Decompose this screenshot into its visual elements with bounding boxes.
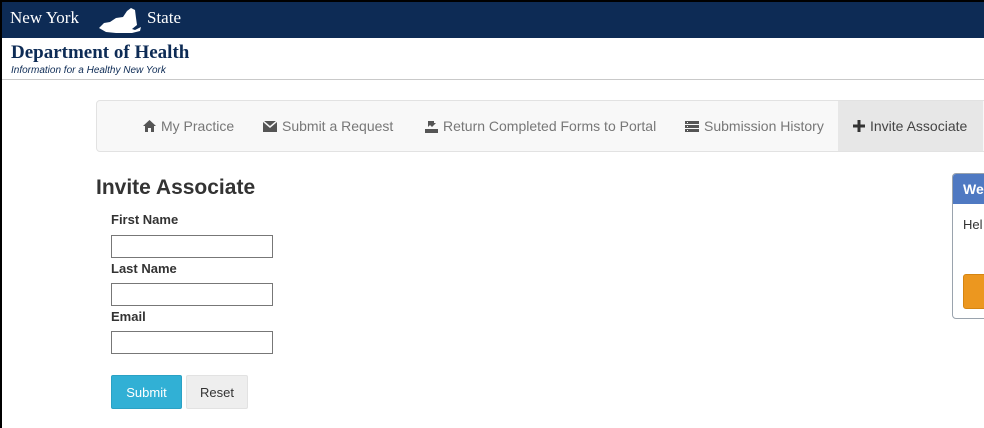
welcome-panel-text: Hel — [963, 217, 983, 232]
upload-icon — [425, 120, 438, 133]
email-input[interactable] — [111, 331, 273, 354]
header-divider — [2, 79, 984, 80]
page-title: Invite Associate — [96, 176, 256, 199]
welcome-panel: We Hel — [952, 173, 984, 319]
nav-item-label: Return Completed Forms to Portal — [443, 118, 657, 134]
nys-banner-text-left: New York — [10, 8, 79, 27]
nys-banner-text-right: State — [147, 8, 181, 27]
nav-item-invite-associate[interactable]: Invite Associate — [838, 101, 983, 151]
nav-item-submit-request[interactable]: Submit a Request — [263, 101, 413, 151]
first-name-input[interactable] — [111, 235, 273, 258]
nav-item-label: Submit a Request — [282, 118, 394, 134]
main-navbar: My Practice Submit a Request Return Comp… — [96, 100, 984, 152]
nav-item-label: Invite Associate — [870, 118, 968, 134]
department-title[interactable]: Department of Health — [11, 42, 189, 64]
envelope-icon — [263, 120, 277, 132]
panel-action-button[interactable] — [963, 274, 984, 309]
welcome-panel-heading: We — [953, 174, 984, 204]
nav-item-label: My Practice — [161, 118, 235, 134]
home-icon — [143, 120, 156, 132]
list-icon — [685, 120, 699, 132]
email-label: Email — [111, 309, 146, 324]
nav-item-submission-history[interactable]: Submission History — [685, 101, 835, 151]
browser-page: New York State Department of Health Info… — [0, 0, 984, 428]
last-name-label: Last Name — [111, 261, 177, 276]
department-tagline: Information for a Healthy New York — [11, 65, 166, 76]
nys-map-icon — [99, 8, 141, 33]
first-name-label: First Name — [111, 212, 179, 227]
last-name-input[interactable] — [111, 283, 273, 306]
submit-button[interactable]: Submit — [111, 375, 182, 409]
nav-item-return-forms[interactable]: Return Completed Forms to Portal — [425, 101, 665, 151]
reset-button[interactable]: Reset — [186, 375, 248, 409]
nav-item-my-practice[interactable]: My Practice — [143, 101, 283, 151]
nav-item-label: Submission History — [704, 118, 824, 134]
plus-icon — [853, 120, 865, 132]
nys-banner: New York State — [2, 2, 984, 38]
